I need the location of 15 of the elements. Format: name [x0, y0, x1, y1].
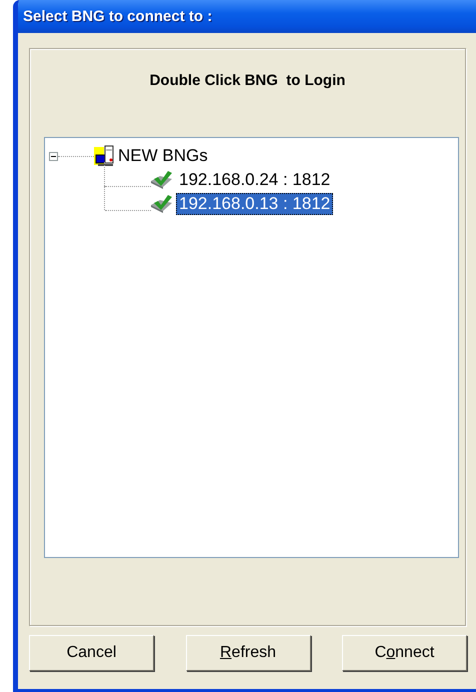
- checkmark-icon: [150, 194, 174, 214]
- dialog-button[interactable]: Connect: [342, 635, 467, 671]
- dialog-button[interactable]: Refresh: [186, 635, 310, 671]
- tree-item[interactable]: 192.168.0.13 : 1812: [176, 193, 334, 215]
- tree-view[interactable]: NEW BNGs 192.168.0.24 : 1812 192.168.0.13 : 1812: [44, 137, 459, 558]
- collapse-toggle[interactable]: [49, 152, 58, 160]
- checkmark-icon: [150, 170, 174, 190]
- instruction-heading: Double Click BNG to Login: [148, 72, 346, 90]
- network-computer-icon: [94, 145, 116, 167]
- dialog-button[interactable]: Cancel: [29, 635, 154, 671]
- tree-connector-line: [104, 162, 150, 186]
- tree-connector-line: [104, 186, 150, 210]
- tree-root-label[interactable]: NEW BNGs: [118, 146, 208, 166]
- window-title: Select BNG to connect to :: [23, 8, 212, 25]
- tree-item[interactable]: 192.168.0.24 : 1812: [176, 169, 334, 191]
